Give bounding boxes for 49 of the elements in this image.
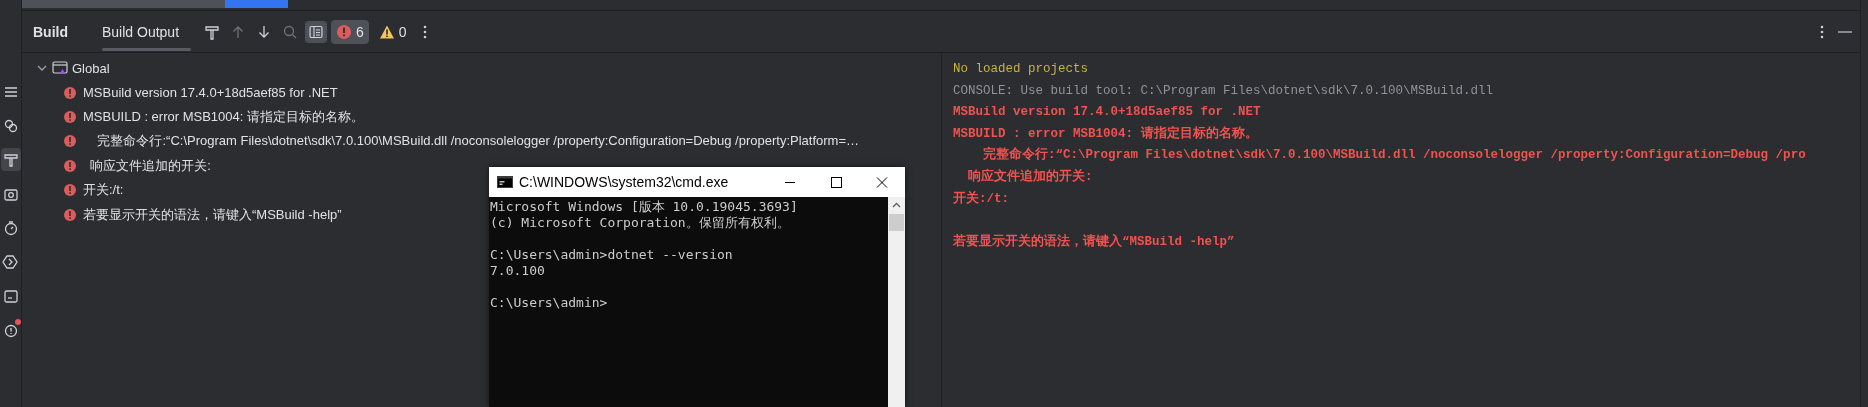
layout-icon bbox=[308, 23, 325, 40]
error-icon bbox=[63, 158, 77, 173]
error-icon bbox=[63, 134, 77, 149]
terminal-line: Microsoft Windows [版本 10.0.19045.3693] bbox=[490, 199, 799, 215]
warning-icon bbox=[378, 23, 395, 40]
run-icon bbox=[1, 252, 20, 271]
console-line: 响应文件追加的开关: bbox=[967, 167, 1094, 186]
console-app-icon bbox=[497, 176, 513, 188]
panel-title: Build bbox=[33, 23, 68, 40]
error-icon bbox=[63, 207, 77, 222]
terminal-line: C:\Users\admin> bbox=[490, 294, 609, 311]
build-output-tab[interactable]: Build Output bbox=[90, 11, 192, 52]
error-icon bbox=[63, 85, 77, 100]
tree-node-label[interactable]: Global bbox=[72, 60, 110, 76]
console-line: No loaded projects bbox=[953, 61, 1090, 78]
search-icon bbox=[282, 23, 299, 40]
error-icon bbox=[63, 109, 77, 124]
tool-window-button[interactable] bbox=[0, 148, 21, 171]
error-message[interactable]: 响应文件追加的开关: bbox=[83, 156, 211, 175]
layout-button[interactable] bbox=[305, 20, 328, 43]
error-icon bbox=[63, 183, 77, 198]
console-line: MSBUILD : error MSB1004: 请指定目标的名称。 bbox=[953, 125, 1259, 143]
notification-dot bbox=[14, 319, 21, 325]
console-line: 若要显示开关的语法，请键入“MSBuild -help” bbox=[953, 233, 1236, 251]
more-icon[interactable] bbox=[422, 23, 427, 40]
window-icon bbox=[52, 60, 68, 77]
console-line: MSBuild version 17.4.0+18d5aef85 for .NET bbox=[953, 104, 1262, 122]
close-icon bbox=[874, 175, 890, 189]
scrollbar[interactable] bbox=[888, 197, 905, 407]
terminal-line: C:\Users\admin>dotnet --version bbox=[490, 246, 734, 263]
more-icon[interactable] bbox=[1820, 23, 1824, 40]
maximize-icon bbox=[828, 175, 844, 189]
window-title: C:\WINDOWS\system32\cmd.exe bbox=[519, 174, 730, 190]
scrollbar-thumb[interactable] bbox=[889, 214, 904, 231]
terminal-line: 7.0.100 bbox=[490, 263, 546, 279]
error-message[interactable]: MSBuild version 17.4.0+18d5aef85 for .NET bbox=[83, 85, 338, 101]
error-message[interactable]: 完整命令行:“C:\Program Files\dotnet\sdk\7.0.100\MSBuild.dll /noconsolelogger /property:Configuration=Debug /property:Platform=… bbox=[83, 132, 860, 151]
error-message[interactable]: 开关:/t: bbox=[83, 181, 124, 200]
terminal-line: (c) Microsoft Corporation。保留所有权利。 bbox=[490, 215, 791, 231]
console-line: 完整命令行:“C:\Program Files\dotnet\sdk\7.0.100\MSBuild.dll /noconsolelogger /property:Configuration=Debug /pro bbox=[982, 145, 1807, 165]
error-message[interactable]: 若要显示开关的语法，请键入“MSBuild -help” bbox=[83, 205, 342, 224]
minimize-icon bbox=[782, 181, 798, 183]
error-message[interactable]: MSBUILD : error MSB1004: 请指定目标的名称。 bbox=[83, 107, 364, 126]
console-line: 开关:/t: bbox=[953, 190, 1010, 208]
error-filter-button[interactable]: 6 bbox=[331, 19, 369, 44]
hammer-icon bbox=[204, 23, 221, 40]
console-line: CONSOLE: Use build tool: C:\Program Files\dotnet\sdk\7.0.100\MSBuild.dll bbox=[953, 82, 1495, 100]
warning-filter-button[interactable]: 0 bbox=[373, 19, 412, 44]
error-icon bbox=[336, 23, 353, 40]
